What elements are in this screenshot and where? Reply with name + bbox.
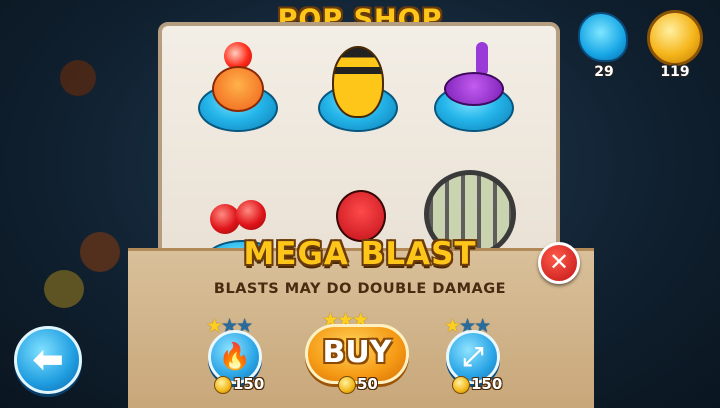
ladybug-icon [336, 190, 386, 242]
coin-icon [452, 375, 470, 394]
coin-icon [338, 375, 356, 394]
expand-upgrade-price: 150 [452, 373, 502, 395]
back-arrow-icon: ⬅ [32, 337, 64, 381]
buy-price: 50 [338, 373, 378, 395]
creature-sunglasses-bug[interactable] [432, 42, 516, 132]
cherry-icon [210, 204, 240, 234]
sunglasses-bug-face-icon [444, 72, 504, 106]
antenna-icon [476, 42, 488, 76]
back-button[interactable]: ⬅ [14, 326, 82, 394]
cherry-icon [236, 200, 266, 230]
creature-fire-fox[interactable] [196, 42, 280, 132]
upgrade-title: MEGA BLAST [243, 236, 477, 272]
flame-upgrade-price: 150 [214, 373, 264, 395]
flame-icon: 🔥 [218, 342, 252, 372]
bee-face-icon [332, 46, 384, 118]
expand-arrows-icon: ⤢ [462, 342, 484, 372]
close-icon: ✕ [548, 248, 570, 276]
fox-face-icon [212, 66, 264, 112]
background-bug [60, 60, 96, 96]
bloob-count: 29 [594, 64, 614, 80]
upgrade-description: BLASTS MAY DO DOUBLE DAMAGE [213, 281, 507, 297]
coin-icon [214, 375, 232, 394]
coin-count: 119 [660, 64, 690, 80]
gold-coin-icon[interactable] [647, 10, 703, 66]
creature-bee[interactable] [316, 42, 400, 132]
close-button[interactable]: ✕ [538, 242, 580, 284]
